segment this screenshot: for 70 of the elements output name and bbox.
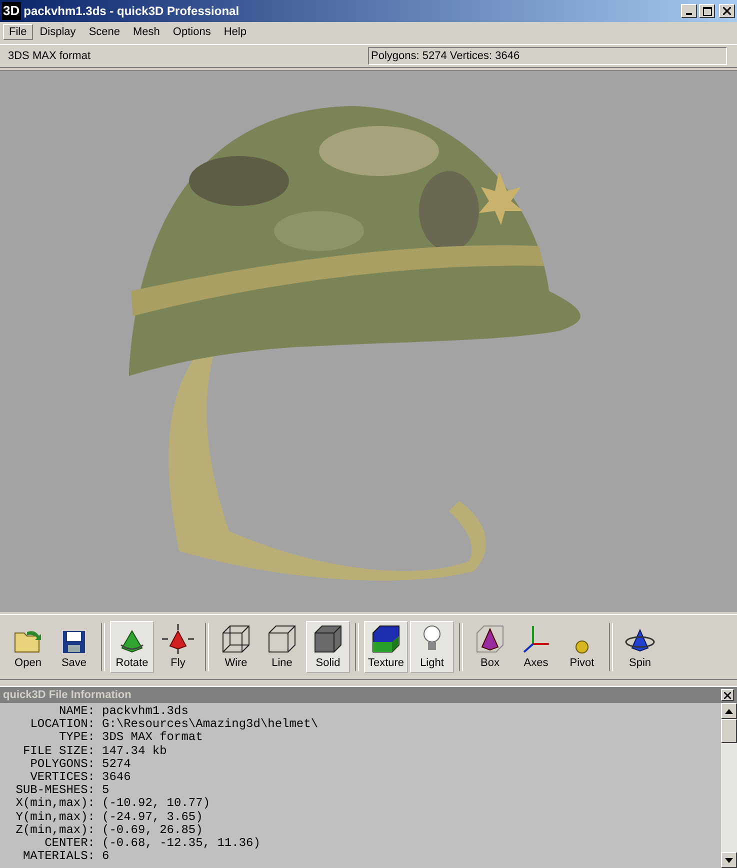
menu-item[interactable]: Options (166, 24, 217, 40)
info-value: 6 (102, 850, 110, 864)
app-logo-icon: 3D (2, 2, 21, 20)
close-icon (723, 7, 731, 15)
menu-item[interactable]: Scene (82, 24, 126, 40)
menu-item[interactable]: File (3, 24, 33, 40)
info-label: POLYGONS: (29, 758, 95, 772)
format-label: 3DS MAX format (8, 50, 92, 62)
info-value: (-0.68, -12.35, 11.36) (102, 837, 260, 850)
toolbar-button[interactable]: Save (52, 621, 96, 673)
window-title: packvhm1.3ds - quick3D Professional (24, 4, 240, 18)
axes-icon (521, 624, 551, 654)
spinning-pyramid-icon (624, 628, 656, 654)
info-label: Y(min,max): (14, 810, 95, 824)
cube-icon (267, 624, 297, 654)
info-label: X(min,max): (14, 797, 95, 811)
info-label: NAME: (58, 705, 95, 718)
rotate-pyramid-icon (118, 628, 146, 654)
maximize-button[interactable] (699, 4, 715, 18)
info-value: G:\Resources\Amazing3d\helmet\ (102, 718, 318, 732)
cube-icon (221, 624, 251, 654)
info-value: 3DS MAX format (102, 731, 203, 745)
stats-panel: Polygons: 5274 Vertices: 3646 (368, 47, 727, 65)
textured-cube-icon (371, 624, 401, 654)
menu-item[interactable]: Help (218, 24, 252, 40)
toolbar-button[interactable]: Texture (364, 621, 408, 673)
info-label: LOCATION: (29, 718, 95, 732)
pyramid-arrows-icon (161, 624, 195, 654)
toolbar-button[interactable]: Open (6, 621, 50, 673)
down-arrow-icon (725, 858, 733, 862)
up-arrow-icon (725, 708, 733, 714)
menu-item[interactable]: Mesh (127, 24, 166, 40)
info-label: MATERIALS: (22, 850, 95, 864)
info-value: (-10.92, 10.77) (102, 797, 210, 811)
info-label: SUB-MESHES: (14, 784, 95, 798)
close-button[interactable] (719, 4, 735, 18)
info-value: 5 (102, 784, 110, 798)
menu-item[interactable]: Display (34, 24, 82, 40)
toolbar-button[interactable]: Pivot (560, 621, 604, 673)
folder-icon (13, 628, 43, 654)
minimize-button[interactable] (681, 4, 697, 18)
info-label: Z(min,max): (14, 824, 95, 838)
info-value: (-24.97, 3.65) (102, 810, 203, 824)
toolbar-button[interactable]: Rotate (110, 621, 154, 673)
info-label: FILE SIZE: (22, 744, 95, 758)
toolbar-button[interactable]: Box (468, 621, 512, 673)
cube-icon (313, 624, 343, 654)
scrollbar-thumb[interactable] (721, 719, 737, 743)
pivot-dot-icon (575, 640, 589, 654)
close-button[interactable] (721, 689, 734, 701)
toolbar-button[interactable]: Light (410, 621, 454, 673)
toolbar-button[interactable]: Fly (156, 621, 200, 673)
maximize-icon (702, 6, 712, 16)
info-label: TYPE: (58, 731, 95, 745)
toolbar-button[interactable]: Line (260, 621, 304, 673)
panel-title: quick3D File Information (3, 689, 132, 701)
info-value: 147.34 kb (102, 744, 167, 758)
info-value: (-0.69, 26.85) (102, 824, 203, 837)
toolbar-button[interactable]: Wire (214, 621, 258, 673)
info-value: 3646 (102, 771, 131, 784)
close-icon (724, 692, 731, 698)
toolbar-button[interactable]: Axes (514, 621, 558, 673)
toolbar-button[interactable]: Spin (618, 621, 662, 673)
boxed-pyramid-icon (475, 624, 505, 654)
info-label: CENTER: (44, 837, 95, 850)
scrollbar[interactable] (721, 703, 737, 868)
info-label: VERTICES: (29, 771, 95, 784)
info-value: 5274 (102, 758, 131, 772)
toolbar-button[interactable]: Solid (306, 621, 350, 673)
info-value: packvhm1.3ds (102, 705, 188, 718)
